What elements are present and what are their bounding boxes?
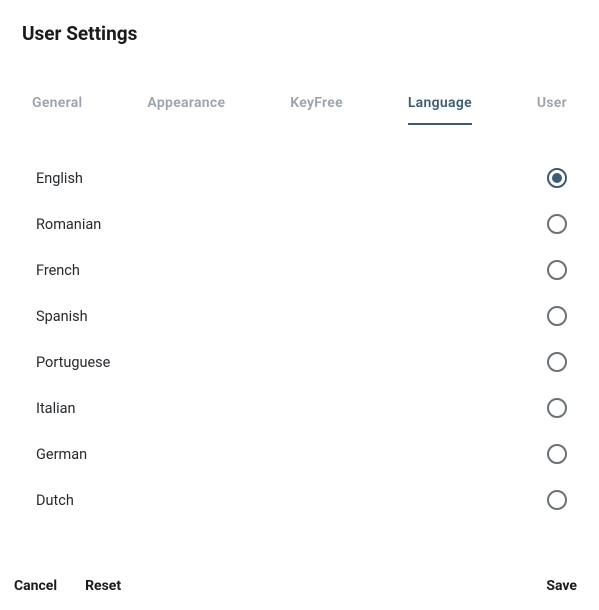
language-label: Italian bbox=[36, 400, 76, 417]
language-option-french[interactable]: French bbox=[22, 247, 577, 293]
language-label: Dutch bbox=[36, 492, 74, 509]
radio-icon[interactable] bbox=[547, 168, 567, 188]
reset-button[interactable]: Reset bbox=[85, 578, 121, 594]
radio-icon[interactable] bbox=[547, 306, 567, 326]
radio-icon[interactable] bbox=[547, 444, 567, 464]
save-button[interactable]: Save bbox=[546, 578, 577, 594]
language-option-english[interactable]: English bbox=[22, 155, 577, 201]
tab-appearance[interactable]: Appearance bbox=[147, 95, 225, 125]
tab-general[interactable]: General bbox=[32, 95, 83, 125]
footer: Cancel Reset Save bbox=[14, 578, 577, 594]
language-label: German bbox=[36, 446, 87, 463]
language-label: Portuguese bbox=[36, 354, 110, 371]
language-label: French bbox=[36, 262, 80, 279]
language-label: Spanish bbox=[36, 308, 88, 325]
language-label: English bbox=[36, 170, 83, 187]
language-label: Romanian bbox=[36, 216, 101, 233]
language-option-italian[interactable]: Italian bbox=[22, 385, 577, 431]
language-option-portuguese[interactable]: Portuguese bbox=[22, 339, 577, 385]
tab-user[interactable]: User bbox=[537, 95, 567, 125]
language-option-german[interactable]: German bbox=[22, 431, 577, 477]
language-options: English Romanian French Spanish Portugue… bbox=[22, 155, 577, 523]
page-title: User Settings bbox=[22, 22, 577, 45]
cancel-button[interactable]: Cancel bbox=[14, 578, 57, 594]
language-option-romanian[interactable]: Romanian bbox=[22, 201, 577, 247]
language-option-spanish[interactable]: Spanish bbox=[22, 293, 577, 339]
radio-icon[interactable] bbox=[547, 214, 567, 234]
radio-icon[interactable] bbox=[547, 352, 567, 372]
tabs: General Appearance KeyFree Language User bbox=[22, 95, 577, 125]
language-option-dutch[interactable]: Dutch bbox=[22, 477, 577, 523]
tab-language[interactable]: Language bbox=[408, 95, 472, 125]
radio-icon[interactable] bbox=[547, 490, 567, 510]
radio-icon[interactable] bbox=[547, 260, 567, 280]
tab-keyfree[interactable]: KeyFree bbox=[290, 95, 343, 125]
radio-icon[interactable] bbox=[547, 398, 567, 418]
